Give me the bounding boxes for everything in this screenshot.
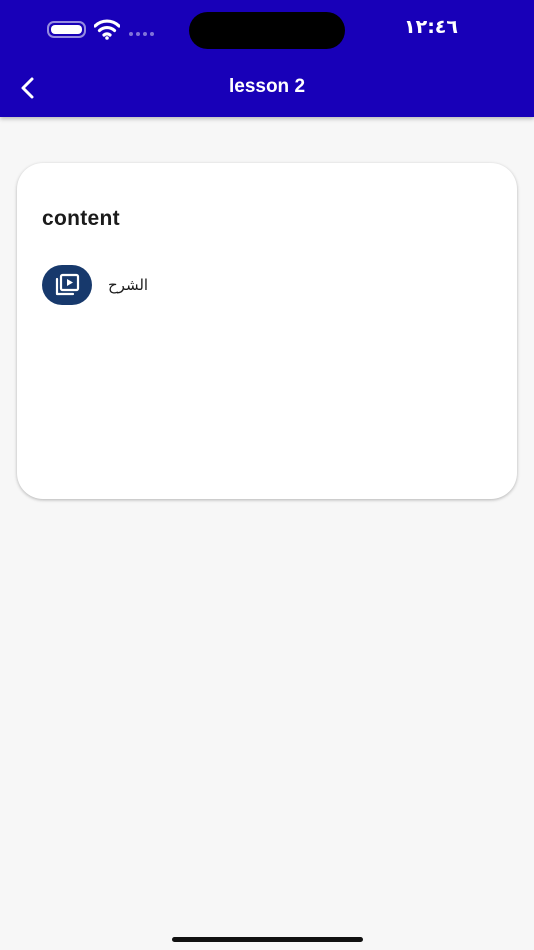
status-time: ١٢:٤٦: [404, 16, 458, 38]
battery-icon: [47, 21, 86, 38]
card-title: content: [42, 207, 120, 230]
cellular-signal-icon: [129, 32, 154, 36]
content-card: content الشرح: [17, 163, 517, 499]
content-item-explanation[interactable]: الشرح: [42, 265, 342, 305]
home-indicator[interactable]: [172, 937, 363, 942]
video-library-icon: [55, 273, 80, 296]
dynamic-island: [189, 12, 345, 49]
item-icon-avatar: [42, 265, 92, 305]
app-bar: ١٢:٤٦ lesson 2: [0, 0, 534, 117]
wifi-icon: [94, 19, 120, 40]
page-title: lesson 2: [228, 76, 306, 97]
content-item-label: الشرح: [108, 276, 149, 294]
